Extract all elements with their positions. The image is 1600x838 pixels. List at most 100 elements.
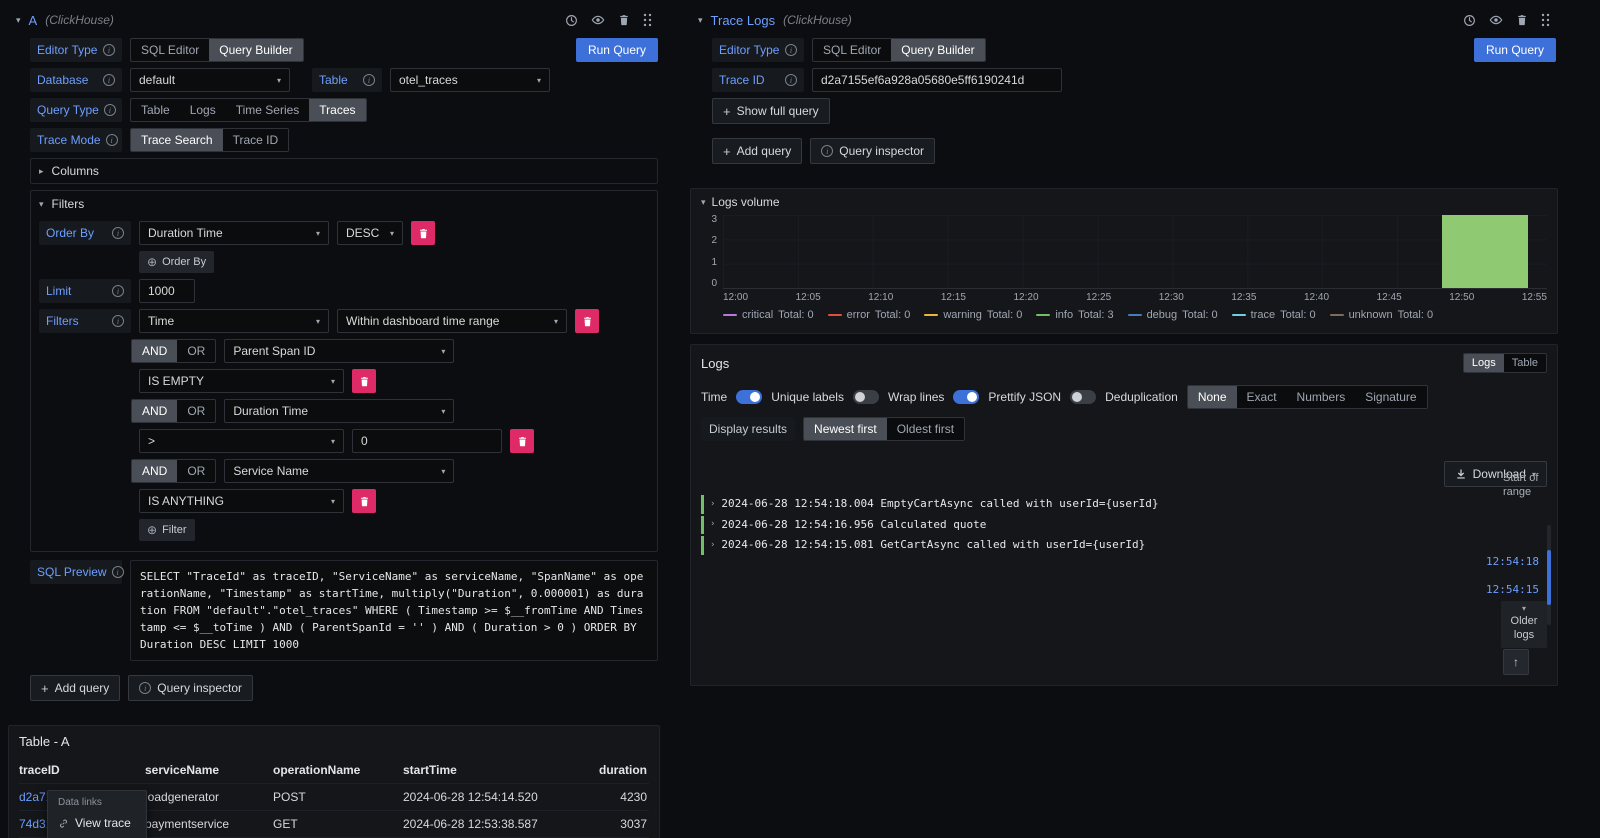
query-inspector-button[interactable]: iQuery inspector [128, 675, 253, 701]
legend-item-error[interactable]: errorTotal: 0 [828, 309, 911, 321]
log-line[interactable]: ›2024-06-28 12:54:15.081 GetCartAsync ca… [701, 536, 1475, 555]
columns-section-header[interactable]: ▸ Columns [30, 158, 658, 184]
trace-mode-trace-search[interactable]: Trace Search [131, 129, 223, 151]
editor-type-query-builder[interactable]: Query Builder [891, 39, 984, 61]
query-inspector-button[interactable]: iQuery inspector [810, 138, 935, 164]
query-type-table[interactable]: Table [131, 99, 180, 121]
delete-query-trash-icon[interactable] [1516, 14, 1528, 26]
scroll-to-top-button[interactable]: ↑ [1503, 649, 1529, 675]
view-trace-menu-item[interactable]: View trace [48, 812, 146, 834]
condition-2-field-select[interactable]: Duration Time▾ [224, 399, 454, 423]
query-type-time-series[interactable]: Time Series [226, 99, 310, 121]
condition-2-value-input[interactable] [352, 429, 502, 453]
dedup-none[interactable]: None [1188, 386, 1237, 408]
query-history-icon[interactable] [565, 14, 578, 27]
trace-id-input[interactable] [812, 68, 1062, 92]
legend-item-warning[interactable]: warningTotal: 0 [924, 309, 1022, 321]
chevron-down-icon: ▾ [441, 467, 445, 476]
hide-query-eye-icon[interactable] [591, 13, 605, 27]
collapse-chevron-icon[interactable]: ▾ [698, 15, 703, 26]
condition-1-or[interactable]: OR [177, 340, 215, 362]
remove-filter-trash-icon[interactable] [575, 309, 599, 333]
legend-item-trace[interactable]: traceTotal: 0 [1232, 309, 1316, 321]
order-by-field-select[interactable]: Duration Time▾ [139, 221, 329, 245]
run-query-button[interactable]: Run Query [576, 38, 658, 62]
editor-type-group: SQL Editor Query Builder [812, 38, 986, 62]
wrap-lines-toggle[interactable] [953, 390, 979, 404]
display-newest-first[interactable]: Newest first [804, 418, 887, 440]
chevron-right-icon: ▸ [39, 166, 44, 177]
legend-item-critical[interactable]: criticalTotal: 0 [723, 309, 814, 321]
legend-item-info[interactable]: infoTotal: 3 [1036, 309, 1113, 321]
query-type-logs[interactable]: Logs [180, 99, 226, 121]
logs-scrollbar[interactable] [1547, 525, 1551, 625]
dedup-signature[interactable]: Signature [1355, 386, 1426, 408]
dedup-numbers[interactable]: Numbers [1287, 386, 1356, 408]
condition-3-and[interactable]: AND [132, 460, 177, 482]
legend-item-unknown[interactable]: unknownTotal: 0 [1330, 309, 1434, 321]
expand-chevron-icon: › [710, 539, 715, 553]
editor-type-sql-editor[interactable]: SQL Editor [131, 39, 209, 61]
add-order-by-button[interactable]: ⊕Order By [139, 251, 214, 273]
log-line[interactable]: ›2024-06-28 12:54:18.004 EmptyCartAsync … [701, 495, 1475, 514]
range-timestamp[interactable]: 12:54:18 [1486, 555, 1539, 568]
col-operationname[interactable]: operationName [273, 757, 403, 784]
editor-type-query-builder[interactable]: Query Builder [209, 39, 302, 61]
table-select[interactable]: otel_traces▾ [390, 68, 550, 92]
col-servicename[interactable]: serviceName [145, 757, 273, 784]
condition-1-field-select[interactable]: Parent Span ID▾ [224, 339, 454, 363]
logs-volume-header[interactable]: ▾ Logs volume [701, 195, 1547, 209]
condition-3-operator-select[interactable]: IS ANYTHING▾ [139, 489, 344, 513]
plus-icon: + [723, 104, 731, 119]
condition-1-and[interactable]: AND [132, 340, 177, 362]
col-starttime[interactable]: startTime [403, 757, 585, 784]
limit-input[interactable] [139, 279, 195, 303]
add-query-button[interactable]: +Add query [712, 138, 802, 164]
dedup-exact[interactable]: Exact [1237, 386, 1287, 408]
remove-condition-3-trash-icon[interactable] [352, 489, 376, 513]
range-timestamp[interactable]: 12:54:15 [1486, 583, 1539, 596]
remove-condition-2-trash-icon[interactable] [510, 429, 534, 453]
order-by-direction-select[interactable]: DESC▾ [337, 221, 403, 245]
logs-scrollbar-thumb[interactable] [1547, 550, 1551, 605]
condition-3-field-select[interactable]: Service Name▾ [224, 459, 454, 483]
log-line[interactable]: ›2024-06-28 12:54:16.956 Calculated quot… [701, 516, 1475, 535]
condition-1-operator-select[interactable]: IS EMPTY▾ [139, 369, 344, 393]
condition-1-bool-row: AND OR Parent Span ID▾ [131, 339, 649, 363]
condition-2-or[interactable]: OR [177, 400, 215, 422]
logs-view-logs[interactable]: Logs [1464, 354, 1504, 372]
database-select[interactable]: default▾ [130, 68, 290, 92]
condition-2-and[interactable]: AND [132, 400, 177, 422]
filter-operator-select[interactable]: Within dashboard time range▾ [337, 309, 567, 333]
unique-labels-toggle[interactable] [853, 390, 879, 404]
query-type-traces[interactable]: Traces [309, 99, 365, 121]
remove-order-by-trash-icon[interactable] [411, 221, 435, 245]
time-toggle[interactable] [736, 390, 762, 404]
hide-query-eye-icon[interactable] [1489, 13, 1503, 27]
editor-type-sql-editor[interactable]: SQL Editor [813, 39, 891, 61]
collapse-chevron-icon[interactable]: ▾ [16, 15, 21, 26]
prettify-json-toggle[interactable] [1070, 390, 1096, 404]
display-results-group: Newest first Oldest first [803, 417, 965, 441]
query-history-icon[interactable] [1463, 14, 1476, 27]
run-query-button[interactable]: Run Query [1474, 38, 1556, 62]
filters-section-header[interactable]: ▾ Filters [39, 191, 649, 217]
view-logs-menu-item[interactable]: View logs [48, 834, 146, 838]
add-filter-button[interactable]: ⊕Filter [139, 519, 195, 541]
filter-field-select[interactable]: Time▾ [139, 309, 329, 333]
delete-query-trash-icon[interactable] [618, 14, 630, 26]
add-query-button[interactable]: +Add query [30, 675, 120, 701]
trace-mode-trace-id[interactable]: Trace ID [223, 129, 289, 151]
drag-handle-icon[interactable] [643, 13, 652, 27]
remove-condition-1-trash-icon[interactable] [352, 369, 376, 393]
display-oldest-first[interactable]: Oldest first [887, 418, 964, 440]
condition-2-operator-select[interactable]: >▾ [139, 429, 344, 453]
legend-item-debug[interactable]: debugTotal: 0 [1128, 309, 1218, 321]
drag-handle-icon[interactable] [1541, 13, 1550, 27]
col-duration[interactable]: duration [585, 757, 649, 784]
logs-view-table[interactable]: Table [1504, 354, 1546, 372]
condition-3-or[interactable]: OR [177, 460, 215, 482]
older-logs-button[interactable]: ▾Older logs [1501, 601, 1547, 648]
col-traceid[interactable]: traceID [19, 757, 145, 784]
show-full-query-button[interactable]: +Show full query [712, 98, 830, 124]
